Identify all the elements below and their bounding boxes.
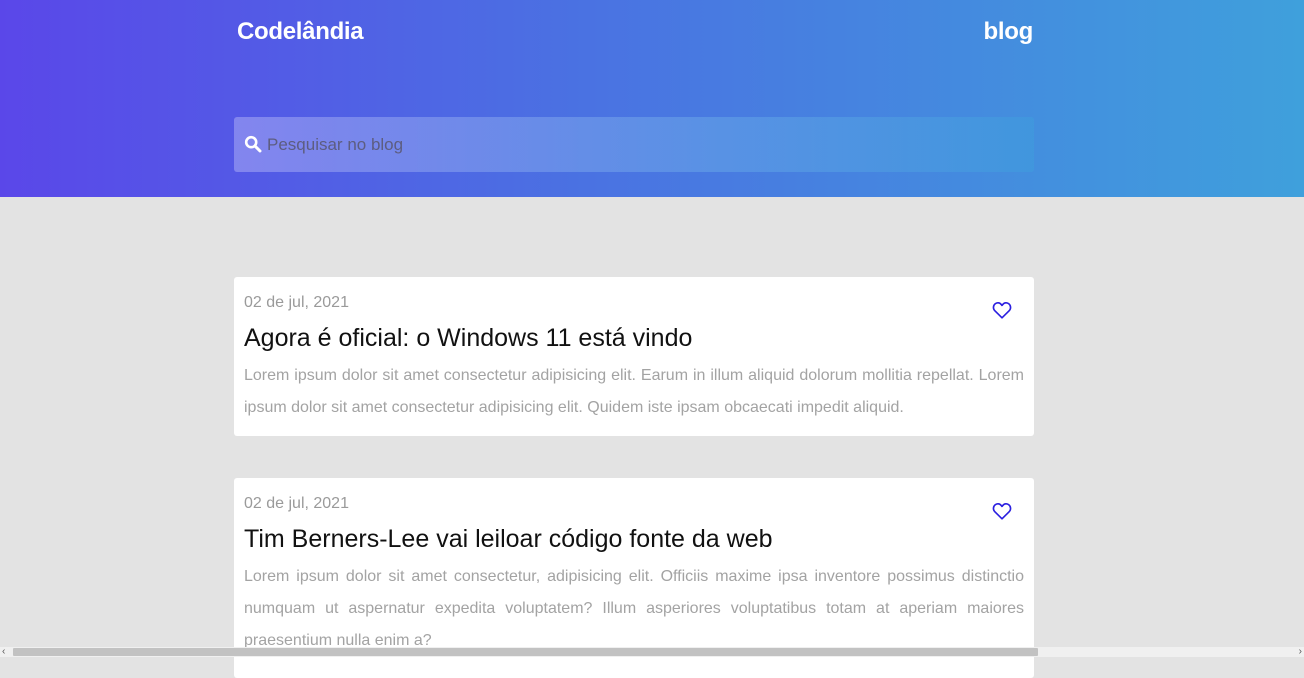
heart-outline-icon[interactable]: [992, 301, 1012, 319]
scroll-left-icon[interactable]: ‹: [2, 647, 5, 657]
post-card[interactable]: 02 de jul, 2021 Agora é oficial: o Windo…: [234, 277, 1034, 436]
heart-outline-icon[interactable]: [992, 502, 1012, 520]
post-title[interactable]: Tim Berners-Lee vai leiloar código fonte…: [244, 523, 1024, 555]
site-header: Codelândia blog: [0, 0, 1304, 197]
search-bar[interactable]: [234, 117, 1034, 172]
post-excerpt: Lorem ipsum dolor sit amet consectetur a…: [244, 367, 1024, 416]
brand-logo[interactable]: Codelândia: [237, 18, 364, 46]
nav-link-blog[interactable]: blog: [984, 18, 1034, 46]
scroll-thumb[interactable]: [13, 648, 1038, 656]
search-input[interactable]: [267, 117, 1017, 172]
scroll-right-icon[interactable]: ›: [1299, 647, 1302, 657]
post-excerpt: Lorem ipsum dolor sit amet consectetur, …: [244, 568, 1024, 649]
search-icon: [244, 135, 262, 153]
horizontal-scrollbar[interactable]: ‹ ›: [0, 647, 1304, 657]
post-title[interactable]: Agora é oficial: o Windows 11 está vindo: [244, 322, 1024, 354]
post-date: 02 de jul, 2021: [244, 495, 349, 512]
post-date: 02 de jul, 2021: [244, 294, 349, 311]
